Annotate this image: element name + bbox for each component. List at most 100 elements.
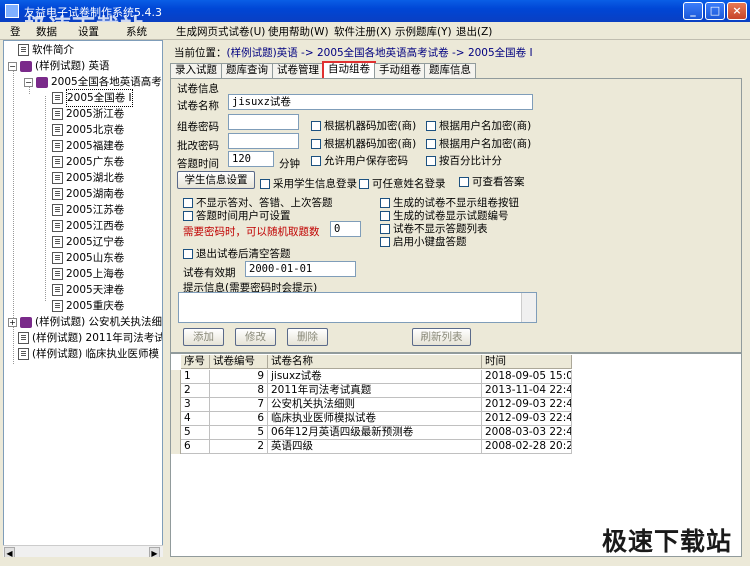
tab-auto-compose[interactable]: 自动组卷 bbox=[322, 61, 376, 78]
table-cell[interactable]: 5 bbox=[181, 426, 210, 440]
table-cell[interactable]: 2018-09-05 15:00 bbox=[482, 370, 572, 384]
table-cell[interactable]: 2 bbox=[210, 440, 268, 454]
tree-item[interactable]: + (样例试题) 公安机关执法细 bbox=[8, 314, 162, 330]
tree-item[interactable]: − (样例试题) 英语 bbox=[8, 58, 110, 74]
menu-item-generate-web[interactable]: 生成网页式试卷(U) bbox=[176, 24, 265, 39]
hint-scrollbar[interactable] bbox=[521, 293, 536, 322]
maximize-button[interactable]: □ bbox=[705, 2, 725, 20]
table-cell[interactable]: 公安机关执法细则 bbox=[268, 398, 482, 412]
checkbox-user-encrypt-1[interactable]: 根据用户名加密(商) bbox=[426, 118, 531, 133]
column-header-time[interactable]: 时间 bbox=[482, 355, 572, 369]
tab-bank-info[interactable]: 题库信息 bbox=[424, 63, 476, 78]
tree-item[interactable]: 软件简介 bbox=[18, 42, 74, 58]
minimize-button[interactable]: _ bbox=[683, 2, 703, 20]
checkbox-machine-encrypt-2[interactable]: 根据机器码加密(商) bbox=[311, 136, 416, 151]
table-cell[interactable]: 3 bbox=[181, 398, 210, 412]
expiry-input[interactable]: 2000-01-01 bbox=[245, 261, 356, 277]
student-info-button[interactable]: 学生信息设置 bbox=[177, 171, 255, 189]
checkbox-save-password[interactable]: 允许用户保存密码 bbox=[311, 153, 408, 168]
answer-time-input[interactable]: 120 bbox=[228, 151, 274, 167]
paper-name-input[interactable]: jisuxz试卷 bbox=[228, 94, 533, 110]
table-cell[interactable]: 2012-09-03 22:41 bbox=[482, 398, 572, 412]
checkbox-machine-encrypt-1[interactable]: 根据机器码加密(商) bbox=[311, 118, 416, 133]
tree-item-selected[interactable]: 2005全国卷 I bbox=[52, 89, 133, 107]
edit-button[interactable]: 修改 bbox=[235, 328, 276, 346]
column-header-name[interactable]: 试卷名称 bbox=[268, 355, 482, 369]
menu-item-data[interactable]: 数据 bbox=[36, 24, 57, 39]
table-cell[interactable]: 2 bbox=[181, 384, 210, 398]
table-cell[interactable]: 2008-02-28 20:25 bbox=[482, 440, 572, 454]
document-icon bbox=[52, 220, 63, 232]
delete-button[interactable]: 删除 bbox=[287, 328, 328, 346]
table-cell[interactable]: 英语四级 bbox=[268, 440, 482, 454]
tree-item[interactable]: 2005广东卷 bbox=[52, 154, 124, 170]
add-button[interactable]: 添加 bbox=[183, 328, 224, 346]
table-cell[interactable]: 临床执业医师模拟试卷 bbox=[268, 412, 482, 426]
refresh-list-button[interactable]: 刷新列表 bbox=[412, 328, 471, 346]
tree-item[interactable]: 2005江西卷 bbox=[52, 218, 124, 234]
grade-password-input[interactable] bbox=[228, 133, 299, 149]
tree-item[interactable]: (样例试题) 临床执业医师模 bbox=[18, 346, 159, 362]
menu-item-login[interactable]: 登 bbox=[10, 24, 21, 39]
tree-item[interactable]: 2005北京卷 bbox=[52, 122, 124, 138]
app-icon bbox=[5, 4, 19, 18]
table-cell[interactable]: 2011年司法考试真题 bbox=[268, 384, 482, 398]
checkbox-user-set-time[interactable]: 答题时间用户可设置 bbox=[183, 208, 291, 223]
table-cell[interactable]: 5 bbox=[210, 426, 268, 440]
tree-item[interactable]: 2005江苏卷 bbox=[52, 202, 124, 218]
checkbox-view-answer[interactable]: 可查看答案 bbox=[459, 174, 525, 189]
close-button[interactable]: × bbox=[727, 2, 747, 20]
random-count-input[interactable]: 0 bbox=[330, 221, 361, 237]
collapse-icon[interactable]: − bbox=[24, 77, 33, 87]
checkbox-percent-score[interactable]: 按百分比计分 bbox=[426, 153, 502, 168]
table-cell[interactable]: 9 bbox=[210, 370, 268, 384]
table-cell[interactable]: 4 bbox=[181, 412, 210, 426]
group-password-input[interactable] bbox=[228, 114, 299, 130]
tab-input-questions[interactable]: 录入试题 bbox=[170, 63, 222, 78]
checkbox-anonymous-login[interactable]: 可任意姓名登录 bbox=[359, 176, 446, 191]
table-cell[interactable]: 6 bbox=[210, 412, 268, 426]
checkbox-clear-on-exit[interactable]: 退出试卷后清空答题 bbox=[183, 246, 291, 261]
tree-item[interactable]: 2005重庆卷 bbox=[52, 298, 124, 314]
checkbox-student-login[interactable]: 采用学生信息登录 bbox=[260, 176, 357, 191]
checkbox-numpad-answer[interactable]: 启用小键盘答题 bbox=[380, 234, 467, 249]
collapse-icon[interactable]: − bbox=[8, 61, 17, 71]
tree-item[interactable]: 2005辽宁卷 bbox=[52, 234, 124, 250]
tree-item[interactable]: 2005湖南卷 bbox=[52, 186, 124, 202]
paper-settings-panel: 试卷信息 试卷名称 jisuxz试卷 组卷密码 根据机器码加密(商) 根据用户名… bbox=[170, 78, 742, 353]
document-icon bbox=[52, 172, 63, 184]
table-cell[interactable]: 1 bbox=[181, 370, 210, 384]
table-cell[interactable]: 2012-09-03 22:45 bbox=[482, 412, 572, 426]
expand-icon[interactable]: + bbox=[8, 317, 17, 327]
tab-question-query[interactable]: 题库查询 bbox=[221, 63, 273, 78]
menu-item-samples[interactable]: 示例题库(Y) bbox=[395, 24, 452, 39]
menu-item-register[interactable]: 软件注册(X) bbox=[334, 24, 391, 39]
tree-item[interactable]: 2005福建卷 bbox=[52, 138, 124, 154]
table-cell[interactable]: 6 bbox=[181, 440, 210, 454]
menu-item-settings[interactable]: 设置 bbox=[78, 24, 99, 39]
hint-textarea[interactable] bbox=[178, 292, 537, 323]
table-cell[interactable]: jisuxz试卷 bbox=[268, 370, 482, 384]
menu-item-help[interactable]: 使用帮助(W) bbox=[268, 24, 329, 39]
table-cell[interactable]: 8 bbox=[210, 384, 268, 398]
tab-paper-management[interactable]: 试卷管理 bbox=[272, 63, 324, 78]
tree-item[interactable]: 2005湖北卷 bbox=[52, 170, 124, 186]
tree-item[interactable]: 2005浙江卷 bbox=[52, 106, 124, 122]
table-cell[interactable]: 2013-11-04 22:41 bbox=[482, 384, 572, 398]
menu-item-exit[interactable]: 退出(Z) bbox=[456, 24, 492, 39]
tree-item[interactable]: (样例试题) 2011年司法考试 bbox=[18, 330, 162, 346]
document-icon bbox=[18, 332, 29, 344]
menu-item-system[interactable]: 系统 bbox=[126, 24, 147, 39]
table-cell[interactable]: 2008-03-03 22:42 bbox=[482, 426, 572, 440]
tree-item[interactable]: 2005天津卷 bbox=[52, 282, 124, 298]
tree-item[interactable]: 2005上海卷 bbox=[52, 266, 124, 282]
tree-item[interactable]: 2005山东卷 bbox=[52, 250, 124, 266]
column-header-seq[interactable]: 序号 bbox=[181, 355, 210, 369]
column-header-id[interactable]: 试卷编号 bbox=[210, 355, 268, 369]
tree-item[interactable]: −2005全国各地英语高考试 bbox=[24, 74, 162, 90]
category-tree[interactable]: 软件简介 − (样例试题) 英语 −2005全国各地英语高考试 2005全国卷 I… bbox=[3, 40, 163, 557]
table-cell[interactable]: 7 bbox=[210, 398, 268, 412]
tab-manual-compose[interactable]: 手动组卷 bbox=[374, 63, 426, 78]
checkbox-user-encrypt-2[interactable]: 根据用户名加密(商) bbox=[426, 136, 531, 151]
table-cell[interactable]: 06年12月英语四级最新预测卷 bbox=[268, 426, 482, 440]
